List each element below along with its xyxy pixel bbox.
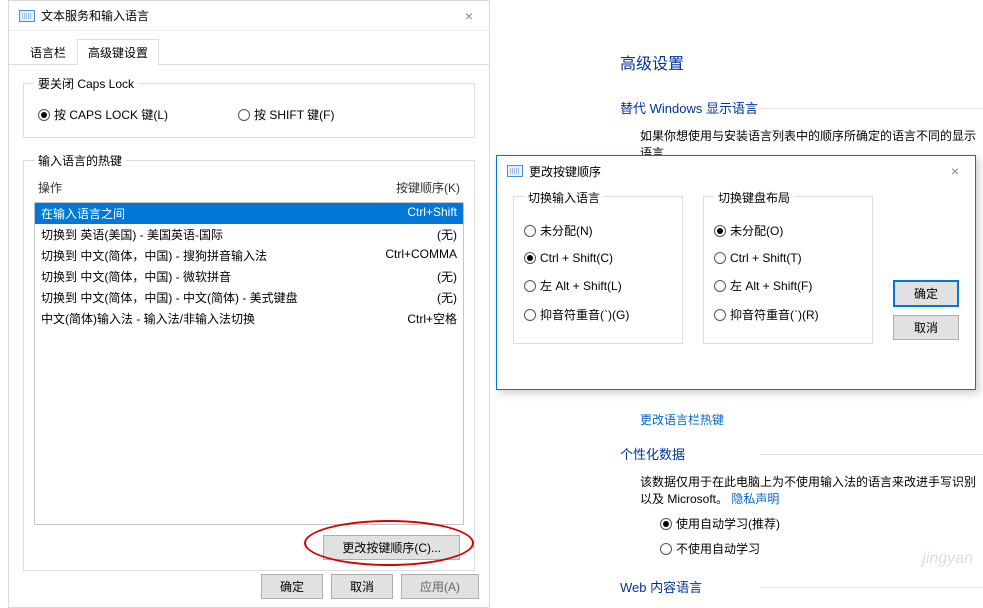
close-icon[interactable]: × bbox=[945, 163, 965, 179]
col-keyseq: 按键顺序(K) bbox=[396, 179, 460, 196]
input-lang-radio[interactable]: 未分配(N) bbox=[524, 222, 672, 239]
group2-title: 切换键盘布局 bbox=[714, 189, 794, 206]
change-key-sequence-dialog: 更改按键顺序 × 切换输入语言 未分配(N) Ctrl + Shift(C) 左 A… bbox=[496, 155, 976, 390]
watermark: jingyan bbox=[922, 550, 973, 568]
hotkey-list[interactable]: 在输入语言之间Ctrl+Shift切换到 英语(美国) - 美国英语-国际(无)… bbox=[34, 202, 464, 525]
kbd-layout-radio[interactable]: 抑音符重音(`)(R) bbox=[714, 306, 862, 323]
shift-key-radio[interactable]: 按 SHIFT 键(F) bbox=[238, 106, 334, 123]
tab-advanced-keys[interactable]: 高级键设置 bbox=[77, 39, 159, 65]
tabs: 语言栏 高级键设置 bbox=[9, 31, 489, 65]
text-services-dialog: 文本服务和输入语言 × 语言栏 高级键设置 要关闭 Caps Lock 按 CA… bbox=[8, 0, 490, 608]
section-override-lang: 替代 Windows 显示语言 bbox=[620, 98, 983, 117]
hotkey-row[interactable]: 切换到 中文(简体，中国) - 中文(简体) - 美式键盘(无) bbox=[35, 287, 463, 308]
input-lang-radio[interactable]: 左 Alt + Shift(L) bbox=[524, 277, 672, 294]
input-lang-radio[interactable]: Ctrl + Shift(C) bbox=[524, 251, 672, 265]
switch-kbd-layout-group: 切换键盘布局 未分配(O)Ctrl + Shift(T)左 Alt + Shif… bbox=[703, 196, 873, 344]
cancel-button[interactable]: 取消 bbox=[331, 574, 393, 599]
section-personalization: 个性化数据 bbox=[620, 444, 983, 463]
change-key-sequence-button[interactable]: 更改按键顺序(C)... bbox=[323, 535, 460, 560]
hotkey-row[interactable]: 切换到 英语(美国) - 美国英语-国际(无) bbox=[35, 224, 463, 245]
close-icon[interactable]: × bbox=[459, 8, 479, 24]
section-web-lang: Web 内容语言 bbox=[620, 577, 983, 596]
change-langbar-hotkey-link[interactable]: 更改语言栏热键 bbox=[620, 411, 983, 428]
keyboard-icon bbox=[507, 163, 523, 179]
ok-button[interactable]: 确定 bbox=[261, 574, 323, 599]
switch-input-lang-group: 切换输入语言 未分配(N)Ctrl + Shift(C)左 Alt + Shif… bbox=[513, 196, 683, 344]
caps-lock-group: 要关闭 Caps Lock 按 CAPS LOCK 键(L) 按 SHIFT 键… bbox=[23, 75, 475, 138]
kbd-layout-radio[interactable]: 未分配(O) bbox=[714, 222, 862, 239]
personalization-desc: 该数据仅用于在此电脑上为不使用输入法的语言来改进手写识别以及 Microsoft… bbox=[640, 475, 976, 506]
keyboard-icon bbox=[19, 8, 35, 24]
hotkey-row[interactable]: 切换到 中文(简体，中国) - 搜狗拼音输入法Ctrl+COMMA bbox=[35, 245, 463, 266]
auto-learn-on-radio[interactable]: 使用自动学习(推荐) bbox=[660, 515, 983, 532]
popup-ok-button[interactable]: 确定 bbox=[893, 280, 959, 307]
hotkey-legend: 输入语言的热键 bbox=[34, 152, 126, 169]
hotkey-row[interactable]: 中文(简体)输入法 - 输入法/非输入法切换Ctrl+空格 bbox=[35, 308, 463, 329]
tab-language-bar[interactable]: 语言栏 bbox=[19, 39, 77, 65]
page-heading: 高级设置 bbox=[620, 50, 983, 74]
input-lang-radio[interactable]: 抑音符重音(`)(G) bbox=[524, 306, 672, 323]
group1-title: 切换输入语言 bbox=[524, 189, 604, 206]
hotkey-group: 输入语言的热键 操作 按键顺序(K) 在输入语言之间Ctrl+Shift切换到 … bbox=[23, 152, 475, 571]
kbd-layout-radio[interactable]: 左 Alt + Shift(F) bbox=[714, 277, 862, 294]
kbd-layout-radio[interactable]: Ctrl + Shift(T) bbox=[714, 251, 862, 265]
privacy-link[interactable]: 隐私声明 bbox=[731, 492, 779, 506]
popup-cancel-button[interactable]: 取消 bbox=[893, 315, 959, 340]
caps-lock-key-radio[interactable]: 按 CAPS LOCK 键(L) bbox=[38, 106, 168, 123]
col-action: 操作 bbox=[38, 179, 396, 196]
popup-title: 更改按键顺序 bbox=[529, 163, 601, 180]
apply-button[interactable]: 应用(A) bbox=[401, 574, 479, 599]
hotkey-row[interactable]: 切换到 中文(简体，中国) - 微软拼音(无) bbox=[35, 266, 463, 287]
dialog-title: 文本服务和输入语言 bbox=[41, 7, 149, 24]
caps-lock-legend: 要关闭 Caps Lock bbox=[34, 75, 138, 92]
hotkey-row[interactable]: 在输入语言之间Ctrl+Shift bbox=[35, 203, 463, 224]
